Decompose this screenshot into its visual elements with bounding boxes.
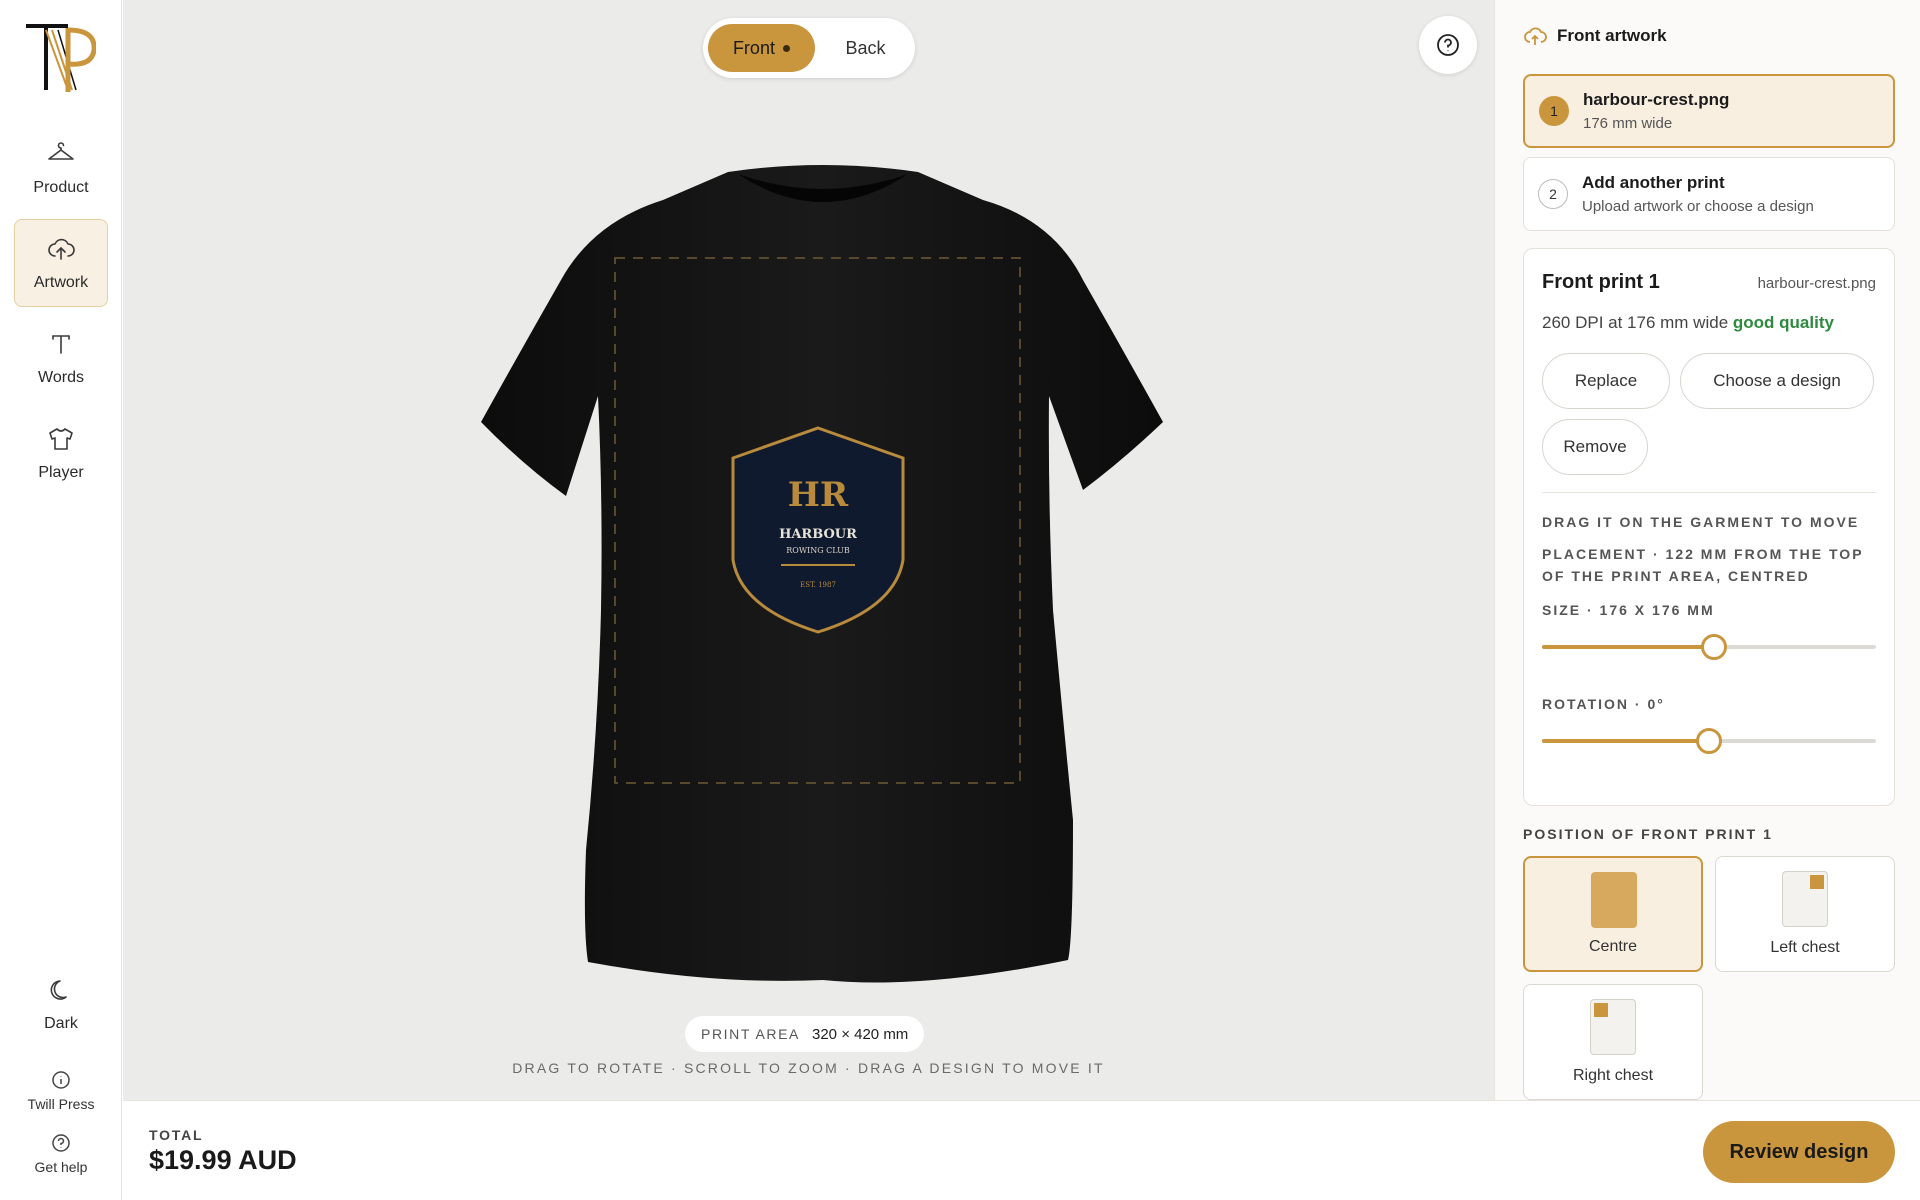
position-left-chest-label: Left chest [1770,939,1840,956]
slot-subtitle: 176 mm wide [1583,115,1673,132]
slot-title: Add another print [1582,173,1725,192]
brand-logo[interactable] [24,20,96,94]
upload-cloud-icon [48,238,75,260]
rotation-slider[interactable] [1542,727,1876,755]
centre-thumbnail [1591,872,1637,928]
rotation-label: ROTATION · 0° [1542,696,1665,712]
back-view-button[interactable]: Back [821,24,910,72]
print-area-badge: PRINT AREA 320 × 420 mm [685,1016,925,1052]
hanger-icon [48,142,74,160]
total-label: TOTAL [149,1127,204,1143]
back-view-label: Back [845,37,886,58]
size-slider-thumb[interactable] [1701,634,1727,660]
print-area-value: 320 × 420 mm [812,1025,909,1043]
dark-mode-toggle[interactable]: Dark [14,960,108,1048]
crest-subname: ROWING CLUB [786,546,850,555]
tshirt-preview[interactable]: HR HARBOUR ROWING CLUB EST. 1987 [423,160,1223,1010]
slot-title: harbour-crest.png [1583,90,1730,109]
rail-words-label: Words [38,369,84,386]
moon-icon [50,980,67,1000]
footer-bar: TOTAL $19.99 AUD Review design [123,1100,1920,1200]
card-divider [1542,492,1876,493]
artwork-panel: Front artwork 1 harbour-crest.png 176 mm… [1494,0,1920,1100]
drag-hint: DRAG IT ON THE GARMENT TO MOVE [1542,514,1860,530]
twill-press-label: Twill Press [27,1096,95,1112]
placement-info: PLACEMENT · 122 MM FROM THE TOP OF THE P… [1542,546,1864,584]
panel-title: Front artwork [1523,24,1667,48]
crest-design[interactable]: HR HARBOUR ROWING CLUB EST. 1987 [731,426,905,634]
slot-subtitle: Upload artwork or choose a design [1582,198,1814,215]
replace-button[interactable]: Replace [1542,353,1670,409]
rail-product-label: Product [33,179,89,196]
front-view-button[interactable]: Front [708,24,815,72]
rail-artwork-label: Artwork [33,274,89,291]
position-label: POSITION OF FRONT PRINT 1 [1523,826,1773,842]
rotation-slider-fill [1542,739,1709,743]
garment-canvas[interactable]: Front Back HR HARBOUR ROWING CLUB EST. 1… [123,0,1494,1100]
slot-number: 2 [1538,179,1568,209]
canvas-hint: DRAG TO ROTATE · SCROLL TO ZOOM · DRAG A… [512,1060,1105,1076]
get-help-label: Get help [34,1159,88,1175]
size-slider[interactable] [1542,633,1876,661]
crest-initials: HR [788,475,849,515]
help-button[interactable] [1419,16,1477,74]
question-icon [1437,34,1459,56]
dpi-info: 260 DPI at 176 mm wide good quality [1542,313,1834,333]
remove-button[interactable]: Remove [1542,419,1648,475]
panel-title-text: Front artwork [1557,26,1667,45]
quality-badge: good quality [1732,313,1834,332]
size-label: SIZE · 176 X 176 MM [1542,602,1715,618]
get-help-link[interactable]: Get help [10,1133,112,1175]
review-design-button[interactable]: Review design [1703,1121,1895,1183]
twill-press-link[interactable]: Twill Press [10,1070,112,1112]
position-right-chest-label: Right chest [1572,1067,1654,1084]
upload-cloud-icon [1524,27,1547,45]
print-slot-2[interactable]: 2 Add another print Upload artwork or ch… [1523,157,1895,231]
position-left-chest[interactable]: Left chest [1715,856,1895,972]
position-centre-label: Centre [1588,938,1638,955]
text-icon [52,335,70,354]
slot-number: 1 [1539,96,1569,126]
print-settings-card: Front print 1 harbour-crest.png 260 DPI … [1523,248,1895,806]
rail-player-label: Player [38,464,84,481]
position-right-chest[interactable]: Right chest [1523,984,1703,1100]
card-filename: harbour-crest.png [1757,275,1876,292]
crest-est: EST. 1987 [800,581,836,589]
print-area-label: PRINT AREA [701,1026,800,1042]
size-slider-fill [1542,645,1714,649]
rail-player[interactable]: Player [14,409,108,497]
card-heading: Front print 1 [1542,271,1660,293]
view-toggle: Front Back [703,18,915,78]
print-slot-1[interactable]: 1 harbour-crest.png 176 mm wide [1523,74,1895,148]
dark-mode-label: Dark [44,1015,78,1032]
dpi-text: 260 DPI at 176 mm wide [1542,313,1729,332]
rail-product[interactable]: Product [14,124,108,212]
left-rail: Product Artwork Words Player Dark Twill … [0,0,122,1200]
rotation-slider-thumb[interactable] [1696,728,1722,754]
left-chest-thumbnail [1782,871,1828,927]
position-centre[interactable]: Centre [1523,856,1703,972]
right-chest-thumbnail [1590,999,1636,1055]
total-price: $19.99 AUD [149,1145,297,1175]
choose-design-button[interactable]: Choose a design [1680,353,1874,409]
rail-words[interactable]: Words [14,314,108,402]
rail-artwork[interactable]: Artwork [14,219,108,307]
crest-name: HARBOUR [779,527,857,542]
info-icon [52,1071,70,1089]
active-dot [782,44,790,52]
shirt-icon [49,428,73,450]
front-view-label: Front [732,37,775,58]
help-icon [52,1134,70,1152]
